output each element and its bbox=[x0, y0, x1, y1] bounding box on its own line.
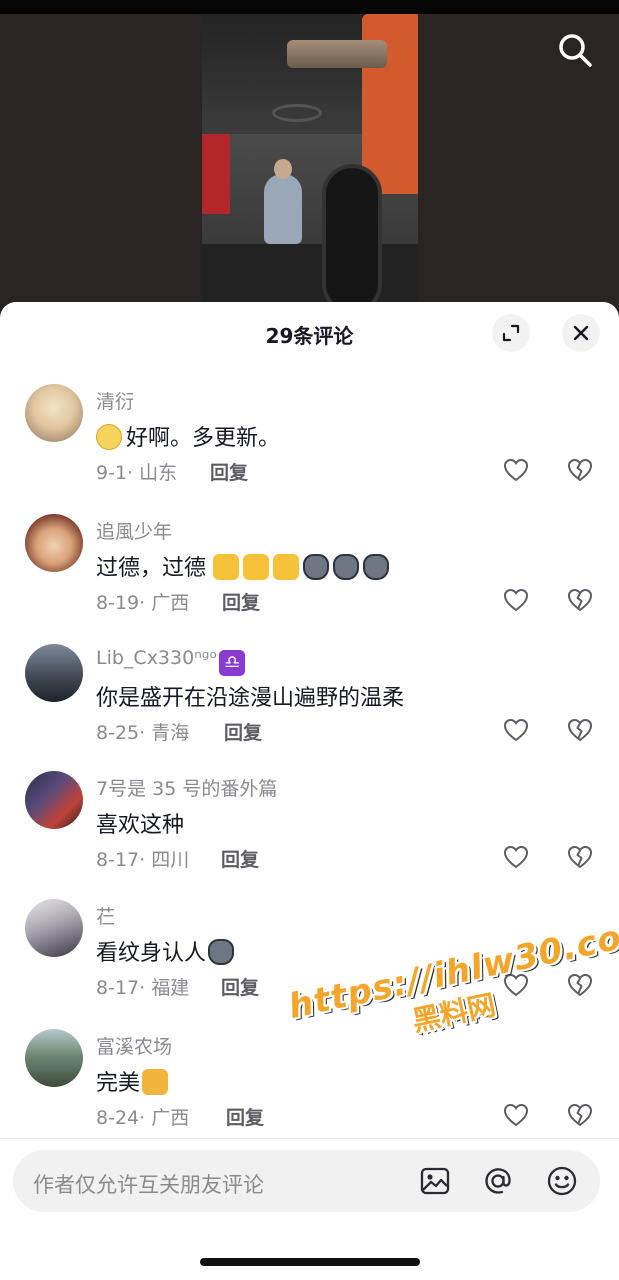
finger-heart-emoji bbox=[243, 554, 270, 580]
video-person bbox=[264, 174, 302, 244]
broken-heart-icon[interactable] bbox=[566, 716, 594, 744]
status-bar bbox=[0, 0, 619, 14]
comment-text: 你是盛开在沿途漫山遍野的温柔 bbox=[96, 686, 405, 711]
comment-username-row: Lib_Cx330ⁿᵍᵒ ♎ bbox=[96, 647, 246, 676]
husky-emoji bbox=[363, 554, 390, 580]
close-icon bbox=[573, 325, 589, 341]
husky-emoji bbox=[333, 554, 360, 580]
comment-item: 追風少年 过德，过德 8-19· 广西 回复 bbox=[0, 510, 619, 640]
video-frame[interactable] bbox=[202, 14, 418, 314]
video-ceiling-light bbox=[272, 104, 322, 122]
comment-date-location: 8-25· 青海 bbox=[96, 722, 190, 744]
husky-emoji bbox=[303, 554, 330, 580]
broken-heart-icon[interactable] bbox=[566, 456, 594, 484]
comment-text: 看纹身认人 bbox=[96, 941, 207, 966]
comment-text: 好啊。多更新。 bbox=[126, 426, 281, 451]
heart-icon[interactable] bbox=[502, 456, 530, 484]
comment-text-row: 看纹身认人 bbox=[96, 935, 238, 967]
video-black-plate bbox=[322, 164, 382, 314]
expand-icon bbox=[502, 324, 520, 342]
reply-button[interactable]: 回复 bbox=[221, 973, 259, 1000]
heart-icon[interactable] bbox=[502, 843, 530, 871]
video-barbell bbox=[287, 40, 387, 68]
mention-icon[interactable] bbox=[482, 1165, 514, 1197]
video-person-head bbox=[274, 159, 292, 179]
thumbs-up-emoji bbox=[142, 1069, 169, 1095]
comments-sheet: 29条评论 清衍 好啊。多更新。 9-1· 山东 回复 追風少年 过德，过德 8… bbox=[0, 302, 619, 1280]
home-indicator bbox=[200, 1258, 420, 1266]
avatar[interactable] bbox=[25, 899, 83, 957]
reply-button[interactable]: 回复 bbox=[224, 718, 262, 745]
comment-text: 过德，过德 bbox=[96, 556, 207, 581]
comment-username[interactable]: 芢 bbox=[96, 902, 115, 929]
heart-icon[interactable] bbox=[502, 586, 530, 614]
comment-date-location: 9-1· 山东 bbox=[96, 462, 178, 484]
reply-button[interactable]: 回复 bbox=[221, 845, 259, 872]
reply-button[interactable]: 回复 bbox=[226, 1103, 264, 1130]
comment-text: 完美 bbox=[96, 1071, 141, 1096]
close-button[interactable] bbox=[562, 314, 600, 352]
comment-item: 7号是 35 号的番外篇 喜欢这种 8-17· 四川 回复 bbox=[0, 767, 619, 895]
avatar[interactable] bbox=[25, 514, 83, 572]
heart-icon[interactable] bbox=[502, 1101, 530, 1129]
zodiac-badge: ♎ bbox=[219, 650, 246, 676]
comment-username[interactable]: 富溪农场 bbox=[96, 1032, 172, 1059]
rolling-eyes-emoji bbox=[96, 424, 122, 450]
emoji-icon[interactable] bbox=[546, 1165, 578, 1197]
video-player[interactable] bbox=[0, 0, 619, 320]
comment-item: 清衍 好啊。多更新。 9-1· 山东 回复 bbox=[0, 380, 619, 510]
heart-icon[interactable] bbox=[502, 716, 530, 744]
broken-heart-icon[interactable] bbox=[566, 586, 594, 614]
finger-heart-emoji bbox=[213, 554, 240, 580]
sheet-header: 29条评论 bbox=[0, 302, 619, 366]
comment-username[interactable]: Lib_Cx330ⁿᵍᵒ bbox=[96, 647, 217, 669]
expand-button[interactable] bbox=[492, 314, 530, 352]
comment-date-location: 8-17· 福建 bbox=[96, 977, 190, 999]
comment-text: 喜欢这种 bbox=[96, 813, 185, 838]
comment-input[interactable]: 作者仅允许互关朋友评论 bbox=[13, 1150, 600, 1212]
avatar[interactable] bbox=[25, 644, 83, 702]
comment-username[interactable]: 清衍 bbox=[96, 387, 134, 414]
comment-username[interactable]: 7号是 35 号的番外篇 bbox=[96, 774, 277, 801]
comment-date-location: 8-17· 四川 bbox=[96, 849, 190, 871]
comment-date-location: 8-19· 广西 bbox=[96, 592, 190, 614]
comment-date-location: 8-24· 广西 bbox=[96, 1107, 190, 1129]
avatar[interactable] bbox=[25, 384, 83, 442]
comment-item: Lib_Cx330ⁿᵍᵒ ♎ 你是盛开在沿途漫山遍野的温柔 8-25· 青海 回复 bbox=[0, 640, 619, 767]
image-icon[interactable] bbox=[419, 1165, 451, 1197]
avatar[interactable] bbox=[25, 771, 83, 829]
comment-input-placeholder: 作者仅允许互关朋友评论 bbox=[33, 1173, 264, 1197]
input-divider bbox=[0, 1138, 619, 1139]
finger-heart-emoji bbox=[273, 554, 300, 580]
husky-emoji bbox=[208, 939, 235, 965]
avatar[interactable] bbox=[25, 1029, 83, 1087]
comment-text-row: 完美 bbox=[96, 1065, 172, 1097]
comment-username[interactable]: 追風少年 bbox=[96, 517, 172, 544]
search-icon[interactable] bbox=[555, 30, 595, 70]
comment-text-row: 好啊。多更新。 bbox=[96, 420, 280, 452]
comment-text-row: 过德，过德 bbox=[96, 550, 393, 582]
reply-button[interactable]: 回复 bbox=[222, 588, 260, 615]
broken-heart-icon[interactable] bbox=[566, 1101, 594, 1129]
broken-heart-icon[interactable] bbox=[566, 843, 594, 871]
reply-button[interactable]: 回复 bbox=[210, 458, 248, 485]
video-red-rack bbox=[202, 134, 230, 214]
